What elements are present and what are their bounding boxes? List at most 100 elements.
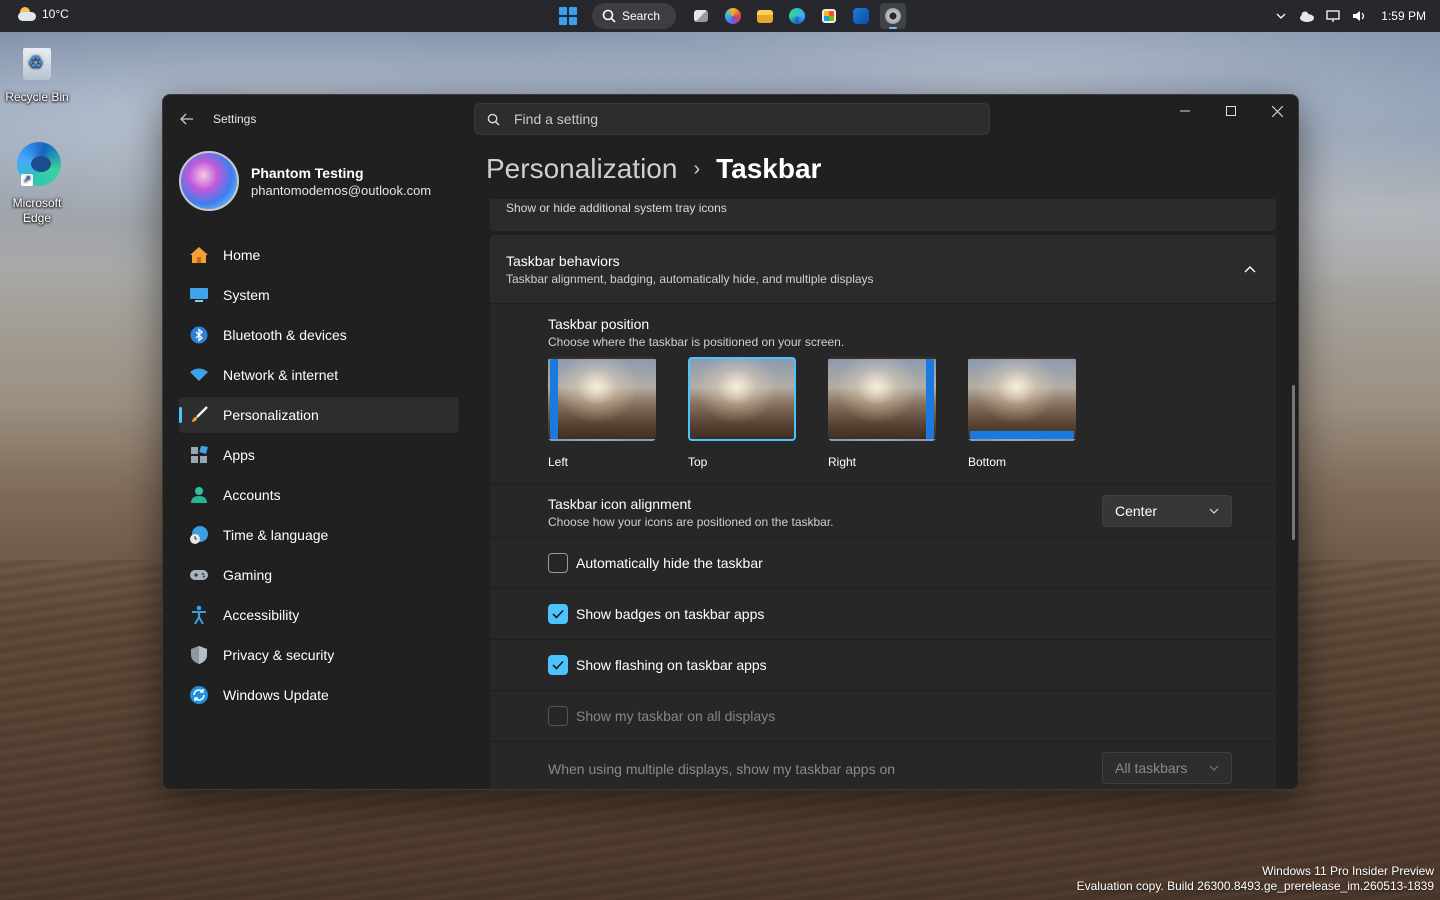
breadcrumb-parent[interactable]: Personalization — [486, 153, 677, 185]
profile-name: Phantom Testing — [251, 164, 364, 181]
sidebar-item-personalization[interactable]: Personalization — [179, 397, 459, 433]
brush-icon — [189, 405, 209, 425]
store-app[interactable] — [816, 3, 842, 29]
recycle-bin-label: Recycle Bin — [5, 90, 69, 104]
profile-email: phantomodemos@outlook.com — [251, 182, 432, 198]
show-badges-row[interactable]: Show badges on taskbar apps — [490, 588, 1276, 639]
position-thumbnail-right[interactable] — [828, 357, 936, 441]
task-view-icon — [694, 10, 708, 22]
taskbar-position-subtitle: Choose where the taskbar is positioned o… — [548, 335, 845, 349]
multi-display-dropdown: All taskbars — [1102, 752, 1232, 784]
back-arrow-icon — [180, 113, 193, 125]
position-thumbnail-bottom[interactable] — [968, 357, 1076, 441]
weather-widget[interactable]: 10°C — [18, 7, 69, 21]
system-tray-icons-card[interactable]: Show or hide additional system tray icon… — [490, 199, 1276, 231]
search-icon — [602, 9, 616, 23]
taskbar-behaviors-subtitle: Taskbar alignment, badging, automaticall… — [506, 272, 874, 286]
position-option-left[interactable]: Left — [548, 357, 656, 469]
clock-time[interactable]: 1:59 PM — [1381, 9, 1426, 23]
taskbar-search-button[interactable]: Search — [592, 3, 676, 29]
sidebar-item-gaming[interactable]: Gaming — [179, 557, 459, 593]
edge-desktop-icon[interactable]: ↗ Microsoft Edge — [1, 140, 73, 226]
chevron-up-icon[interactable] — [1273, 8, 1289, 24]
sidebar-item-system[interactable]: System — [179, 277, 459, 313]
alignment-dropdown[interactable]: Center — [1102, 495, 1232, 527]
system-icon — [189, 285, 209, 305]
sidebar-item-privacy[interactable]: Privacy & security — [179, 637, 459, 673]
edge-app[interactable] — [784, 3, 810, 29]
sidebar-item-accessibility[interactable]: Accessibility — [179, 597, 459, 633]
sidebar-item-network[interactable]: Network & internet — [179, 357, 459, 393]
settings-search-box[interactable] — [474, 103, 990, 135]
chevron-up-icon[interactable] — [1240, 259, 1260, 279]
start-button[interactable] — [556, 3, 580, 29]
show-flashing-checkbox[interactable] — [548, 655, 568, 675]
file-explorer-app[interactable] — [752, 3, 778, 29]
show-badges-checkbox[interactable] — [548, 604, 568, 624]
window-title: Settings — [213, 112, 257, 126]
task-view-button[interactable] — [688, 3, 714, 29]
chevron-down-icon — [1209, 765, 1219, 771]
taskbar: 10°C Search 1:59 PM — [0, 0, 1440, 32]
evaluation-watermark: Windows 11 Pro Insider Preview Evaluatio… — [1077, 864, 1434, 894]
settings-app[interactable] — [880, 3, 906, 29]
update-icon — [189, 685, 209, 705]
show-flashing-row[interactable]: Show flashing on taskbar apps — [490, 639, 1276, 690]
sidebar-item-label: Accounts — [223, 487, 281, 503]
taskbar-behaviors-title: Taskbar behaviors — [506, 253, 620, 269]
sidebar-item-label: Network & internet — [223, 367, 339, 383]
position-option-bottom[interactable]: Bottom — [968, 357, 1076, 469]
auto-hide-checkbox[interactable] — [548, 553, 568, 573]
sidebar-item-label: Personalization — [223, 407, 319, 423]
taskbar-search-label: Search — [622, 9, 661, 23]
onedrive-icon[interactable] — [1299, 8, 1315, 24]
widgets-app[interactable] — [720, 3, 746, 29]
checkmark-icon — [552, 609, 564, 619]
position-option-top[interactable]: Top — [688, 357, 796, 469]
outlook-app[interactable] — [848, 3, 874, 29]
taskbar-behaviors-header[interactable]: Taskbar behaviors Taskbar alignment, bad… — [490, 235, 1276, 303]
sidebar-item-apps[interactable]: Apps — [179, 437, 459, 473]
sidebar-item-home[interactable]: Home — [179, 237, 459, 273]
show-badges-label: Show badges on taskbar apps — [576, 606, 765, 622]
position-label-right: Right — [828, 455, 857, 469]
sidebar-item-time-language[interactable]: Time & language — [179, 517, 459, 553]
gamepad-icon — [189, 565, 209, 585]
position-thumbnail-left[interactable] — [548, 357, 656, 441]
recycle-bin-icon: ♻ — [19, 42, 55, 82]
minimize-icon — [1180, 110, 1190, 112]
sidebar-item-label: System — [223, 287, 270, 303]
back-button[interactable] — [175, 107, 199, 131]
window-controls — [1162, 95, 1298, 127]
sidebar-item-bluetooth[interactable]: Bluetooth & devices — [179, 317, 459, 353]
volume-icon[interactable] — [1351, 8, 1367, 24]
position-label-bottom: Bottom — [968, 455, 1007, 469]
accessibility-icon — [189, 605, 209, 625]
breadcrumb-separator: › — [693, 157, 701, 180]
taskbar-apps: Search — [556, 3, 906, 29]
position-option-right[interactable]: Right — [828, 357, 936, 469]
auto-hide-row[interactable]: Automatically hide the taskbar — [490, 537, 1276, 588]
position-thumbnail-top[interactable] — [688, 357, 796, 441]
display-icon[interactable] — [1325, 8, 1341, 24]
bluetooth-icon — [189, 325, 209, 345]
gear-icon — [885, 8, 901, 24]
settings-search-input[interactable] — [514, 111, 954, 127]
weather-cloud-icon — [18, 7, 36, 21]
close-button[interactable] — [1254, 95, 1298, 127]
auto-hide-label: Automatically hide the taskbar — [576, 555, 763, 571]
recycle-bin-desktop-icon[interactable]: ♻ Recycle Bin — [1, 42, 73, 105]
folder-icon — [757, 9, 773, 23]
sidebar-item-windows-update[interactable]: Windows Update — [179, 677, 459, 713]
store-icon — [822, 9, 836, 23]
minimize-button[interactable] — [1162, 95, 1208, 127]
maximize-button[interactable] — [1208, 95, 1254, 127]
content-scrollbar[interactable] — [1292, 385, 1295, 540]
sidebar-item-label: Time & language — [223, 527, 329, 543]
settings-content: Show or hide additional system tray icon… — [490, 199, 1276, 789]
sidebar-item-accounts[interactable]: Accounts — [179, 477, 459, 513]
user-profile[interactable]: Phantom Testing phantomodemos@outlook.co… — [179, 151, 431, 211]
outlook-icon — [853, 8, 869, 24]
all-displays-label: Show my taskbar on all displays — [576, 708, 776, 724]
watermark-line-2: Evaluation copy. Build 26300.8493.ge_pre… — [1076, 879, 1434, 893]
